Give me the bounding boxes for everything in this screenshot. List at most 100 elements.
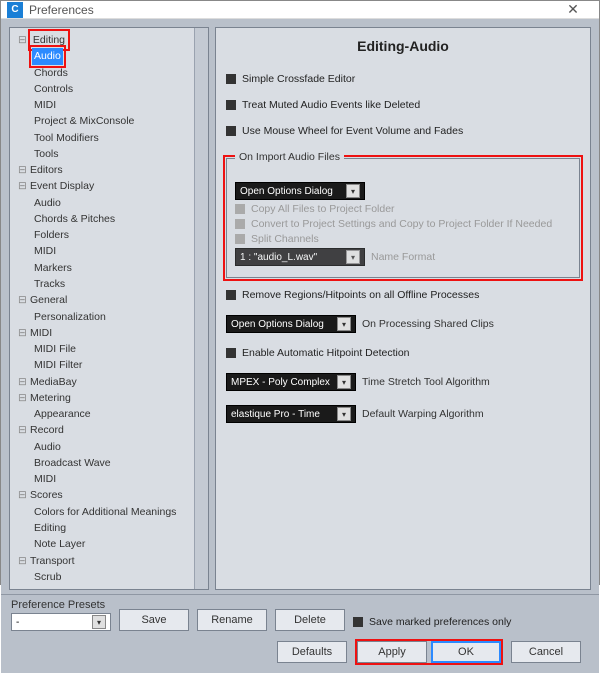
timestretch-dropdown[interactable]: MPEX - Poly Complex ▾ [226, 373, 356, 391]
opt-split-channels-label: Split Channels [251, 233, 319, 245]
tree-ed-audio[interactable]: Audio [32, 195, 63, 211]
opt-mouse-wheel[interactable]: Use Mouse Wheel for Event Volume and Fad… [226, 125, 580, 137]
tree-toggle-icon[interactable]: ⊟ [18, 162, 28, 178]
tree-editing-tools[interactable]: Tools [32, 146, 61, 162]
checkbox-icon [226, 74, 236, 84]
tree-scrollbar[interactable] [194, 28, 208, 589]
timestretch-value: MPEX - Poly Complex [231, 377, 330, 388]
opt-convert: Convert to Project Settings and Copy to … [235, 218, 571, 230]
tree-editing-chords[interactable]: Chords [32, 65, 70, 81]
tree-editors[interactable]: Editors [28, 162, 65, 178]
presets-label: Preference Presets [11, 599, 111, 611]
tree-ed-tracks[interactable]: Tracks [32, 276, 67, 292]
shared-clips-label: On Processing Shared Clips [362, 318, 494, 330]
apply-button-label: Apply [378, 646, 406, 658]
tree-scores-editing[interactable]: Editing [32, 520, 68, 536]
tree-editing-audio[interactable]: Audio [32, 48, 63, 64]
cancel-button[interactable]: Cancel [511, 641, 581, 663]
tree-scores-notelayer[interactable]: Note Layer [32, 536, 87, 552]
close-icon[interactable]: ✕ [553, 1, 593, 18]
titlebar: C Preferences ✕ [1, 1, 599, 19]
tree-mediabay[interactable]: MediaBay [28, 374, 79, 390]
tree-editing[interactable]: Editing [31, 32, 67, 48]
tree-ed-midi[interactable]: MIDI [32, 243, 58, 259]
chevron-down-icon: ▾ [337, 317, 351, 331]
tree-record-midi[interactable]: MIDI [32, 471, 58, 487]
rename-button[interactable]: Rename [197, 609, 267, 631]
warping-label: Default Warping Algorithm [362, 408, 484, 420]
tree-transport[interactable]: Transport [28, 553, 77, 569]
tree-toggle-icon[interactable]: ⊟ [18, 374, 28, 390]
defaults-button[interactable]: Defaults [277, 641, 347, 663]
checkbox-icon [226, 100, 236, 110]
tree-scores-colors[interactable]: Colors for Additional Meanings [32, 504, 178, 520]
tree-ed-chordspitches[interactable]: Chords & Pitches [32, 211, 117, 227]
window-body: ⊟ Editing Audio Chords Controls MIDI Pro… [1, 19, 599, 673]
opt-enable-hitpoint-label: Enable Automatic Hitpoint Detection [242, 347, 410, 359]
opt-save-marked[interactable]: Save marked preferences only [353, 616, 511, 628]
chevron-down-icon: ▾ [92, 615, 106, 629]
warping-value: elastique Pro - Time [231, 409, 320, 420]
presets-dropdown[interactable]: - ▾ [11, 613, 111, 631]
checkbox-icon [235, 219, 245, 229]
import-action-dropdown[interactable]: Open Options Dialog ▾ [235, 182, 365, 200]
tree-editing-midi[interactable]: MIDI [32, 97, 58, 113]
tree-record-audio[interactable]: Audio [32, 439, 63, 455]
opt-remove-regions[interactable]: Remove Regions/Hitpoints on all Offline … [226, 289, 580, 301]
name-format-value: 1 : "audio_L.wav" [240, 252, 317, 263]
tree-eventdisplay[interactable]: Event Display [28, 178, 96, 194]
opt-simple-crossfade[interactable]: Simple Crossfade Editor [226, 73, 580, 85]
tree-general-personalization[interactable]: Personalization [32, 309, 108, 325]
save-button[interactable]: Save [119, 609, 189, 631]
opt-simple-crossfade-label: Simple Crossfade Editor [242, 73, 355, 85]
defaults-button-label: Defaults [292, 646, 332, 658]
window-title: Preferences [29, 3, 553, 17]
opt-enable-hitpoint[interactable]: Enable Automatic Hitpoint Detection [226, 347, 580, 359]
main-area: ⊟ Editing Audio Chords Controls MIDI Pro… [1, 19, 599, 594]
tree-metering[interactable]: Metering [28, 390, 73, 406]
import-audio-group: On Import Audio Files Open Options Dialo… [226, 158, 580, 278]
ok-button[interactable]: OK [431, 641, 501, 663]
tree-editing-toolmod[interactable]: Tool Modifiers [32, 130, 101, 146]
warping-dropdown[interactable]: elastique Pro - Time ▾ [226, 405, 356, 423]
tree-midi-filter[interactable]: MIDI Filter [32, 357, 84, 373]
opt-convert-label: Convert to Project Settings and Copy to … [251, 218, 552, 230]
checkbox-icon [226, 290, 236, 300]
tree-toggle-icon[interactable]: ⊟ [18, 292, 28, 308]
tree-toggle-icon[interactable]: ⊟ [18, 487, 28, 503]
checkbox-icon [353, 617, 363, 627]
tree-editing-controls[interactable]: Controls [32, 81, 75, 97]
tree-toggle-icon[interactable]: ⊟ [18, 32, 28, 48]
shared-clips-dropdown[interactable]: Open Options Dialog ▾ [226, 315, 356, 333]
name-format-label: Name Format [371, 251, 435, 263]
tree-scroll[interactable]: ⊟ Editing Audio Chords Controls MIDI Pro… [10, 28, 194, 589]
opt-treat-muted-label: Treat Muted Audio Events like Deleted [242, 99, 420, 111]
tree-editing-projectmix[interactable]: Project & MixConsole [32, 113, 136, 129]
tree-toggle-icon[interactable]: ⊟ [18, 390, 28, 406]
tree-transport-scrub[interactable]: Scrub [32, 569, 63, 585]
tree-ed-folders[interactable]: Folders [32, 227, 71, 243]
import-action-value: Open Options Dialog [240, 186, 333, 197]
checkbox-icon [226, 126, 236, 136]
tree-record[interactable]: Record [28, 422, 66, 438]
delete-button[interactable]: Delete [275, 609, 345, 631]
tree-metering-appearance[interactable]: Appearance [32, 406, 93, 422]
tree-ed-markers[interactable]: Markers [32, 260, 74, 276]
preferences-window: C Preferences ✕ ⊟ Editing Audio Chords C… [0, 0, 600, 585]
delete-button-label: Delete [294, 614, 326, 626]
chevron-down-icon: ▾ [346, 250, 360, 264]
tree-general[interactable]: General [28, 292, 69, 308]
tree-toggle-icon[interactable]: ⊟ [18, 422, 28, 438]
opt-remove-regions-label: Remove Regions/Hitpoints on all Offline … [242, 289, 479, 301]
opt-treat-muted[interactable]: Treat Muted Audio Events like Deleted [226, 99, 580, 111]
tree-toggle-icon[interactable]: ⊟ [18, 325, 28, 341]
tree-record-bwave[interactable]: Broadcast Wave [32, 455, 113, 471]
tree-toggle-icon[interactable]: ⊟ [18, 178, 28, 194]
tree-toggle-icon[interactable]: ⊟ [18, 553, 28, 569]
apply-ok-group: Apply OK [357, 641, 501, 663]
tree-midi-file[interactable]: MIDI File [32, 341, 78, 357]
tree-scores[interactable]: Scores [28, 487, 65, 503]
apply-button[interactable]: Apply [357, 641, 427, 663]
tree-midi[interactable]: MIDI [28, 325, 54, 341]
name-format-dropdown: 1 : "audio_L.wav" ▾ [235, 248, 365, 266]
